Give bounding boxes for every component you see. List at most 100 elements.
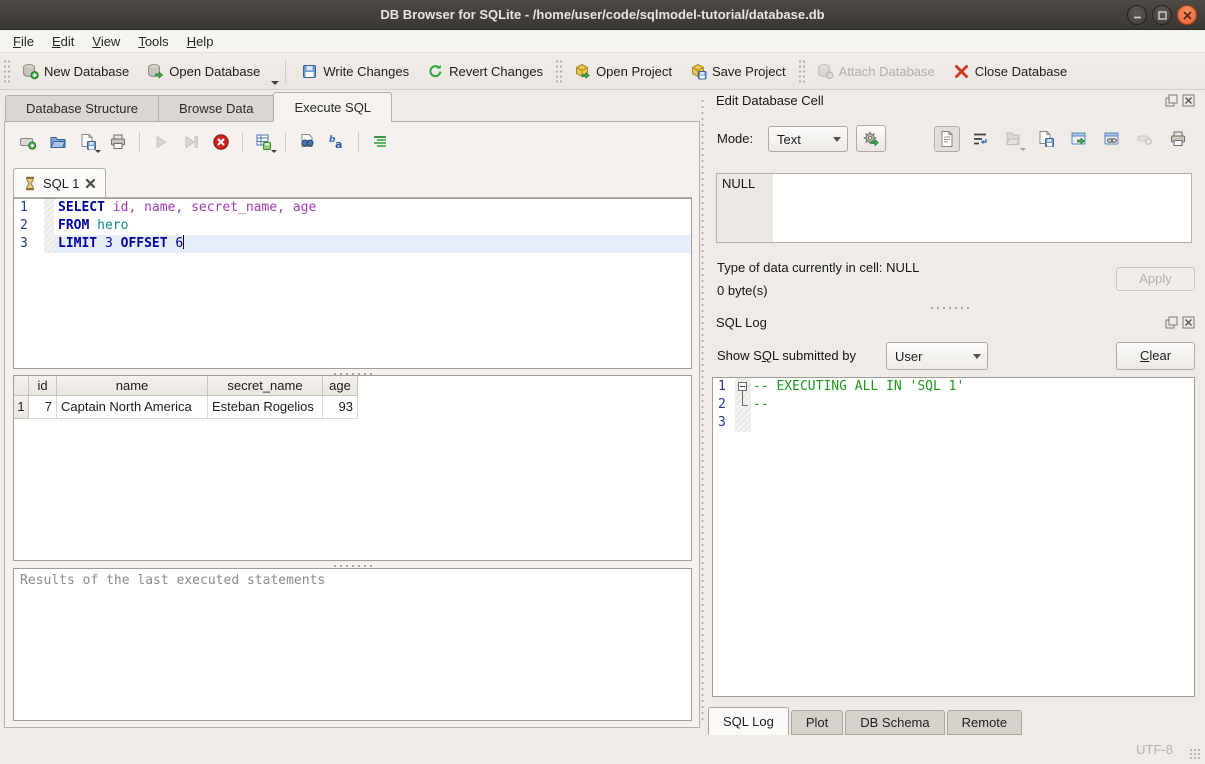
editor-line: 2FROM hero xyxy=(14,217,691,235)
sql-file-tab[interactable]: SQL 1 xyxy=(13,168,106,197)
open-database-dropdown-icon[interactable] xyxy=(271,81,279,85)
line-number: 2 xyxy=(713,396,735,414)
execute-all-button[interactable] xyxy=(148,130,174,154)
word-wrap-button[interactable] xyxy=(967,126,993,152)
tab-close-icon[interactable] xyxy=(85,178,96,189)
close-button[interactable] xyxy=(1177,5,1197,25)
dock-tab-db-schema[interactable]: DB Schema xyxy=(845,710,944,735)
open-sql-file-button[interactable] xyxy=(45,130,71,154)
print-cell-button[interactable] xyxy=(1165,126,1191,152)
clear-log-button[interactable]: Clear xyxy=(1116,342,1195,370)
close-database-button[interactable]: Close Database xyxy=(944,58,1077,85)
open-new-tab-button[interactable] xyxy=(15,130,41,154)
stop-execution-icon xyxy=(212,133,230,151)
title-bar[interactable]: DB Browser for SQLite - /home/user/code/… xyxy=(0,0,1205,30)
maximize-button[interactable] xyxy=(1152,5,1172,25)
results-message-box[interactable]: Results of the last executed statements xyxy=(13,568,692,721)
mode-combobox[interactable]: Text xyxy=(768,126,848,152)
minimize-icon xyxy=(1131,9,1144,22)
text-cursor xyxy=(183,235,184,249)
menu-edit[interactable]: Edit xyxy=(43,32,83,51)
dock-tab-plot[interactable]: Plot xyxy=(791,710,843,735)
token-tbl: hero xyxy=(97,218,128,233)
write-changes-button[interactable]: Write Changes xyxy=(292,58,418,85)
close-icon xyxy=(1181,9,1194,22)
window-controls xyxy=(1127,5,1197,25)
minimize-button[interactable] xyxy=(1127,5,1147,25)
open-project-button[interactable]: Open Project xyxy=(565,58,681,85)
close-database-icon xyxy=(953,63,970,80)
stop-execution-button[interactable] xyxy=(208,130,234,154)
tab-database-structure[interactable]: Database Structure xyxy=(5,95,158,122)
fold-margin xyxy=(44,199,54,217)
save-results-button[interactable] xyxy=(251,130,277,154)
toolbar-handle[interactable] xyxy=(555,59,562,83)
open-sql-file-icon xyxy=(49,133,67,151)
fold-collapse-icon[interactable] xyxy=(738,382,747,391)
row-header[interactable]: 1 xyxy=(14,396,29,419)
revert-changes-button[interactable]: Revert Changes xyxy=(418,58,552,85)
format-sql-button[interactable] xyxy=(367,130,393,154)
attach-database-button[interactable]: Attach Database xyxy=(808,58,944,85)
cell-log-splitter[interactable] xyxy=(930,305,970,311)
tab-browse-data[interactable]: Browse Data xyxy=(158,95,273,122)
table-cell[interactable]: 93 xyxy=(323,396,358,419)
open-database-button[interactable]: Open Database xyxy=(138,58,269,85)
menu-file[interactable]: File xyxy=(4,32,43,51)
open-project-label: Open Project xyxy=(596,64,672,79)
dock-tab-remote[interactable]: Remote xyxy=(947,710,1023,735)
cell-value-editor[interactable]: NULL xyxy=(716,173,1192,243)
table-cell[interactable]: Esteban Rogelios xyxy=(208,396,323,419)
revert-changes-label: Revert Changes xyxy=(449,64,543,79)
token-pl xyxy=(97,236,105,251)
toolbar-handle[interactable] xyxy=(798,59,805,83)
tab-execute-sql[interactable]: Execute SQL xyxy=(273,92,392,122)
new-database-button[interactable]: New Database xyxy=(13,58,138,85)
dock-close-icon[interactable] xyxy=(1182,94,1195,107)
line-number: 2 xyxy=(14,217,44,235)
menu-tools[interactable]: Tools xyxy=(129,32,177,51)
table-cell[interactable]: Captain North America xyxy=(57,396,208,419)
menu-view[interactable]: View xyxy=(83,32,129,51)
column-header-age[interactable]: age xyxy=(323,376,358,396)
column-header-secret_name[interactable]: secret_name xyxy=(208,376,323,396)
import-data-button[interactable] xyxy=(1000,126,1026,152)
text-mode-button[interactable] xyxy=(934,126,960,152)
sql-code-editor[interactable]: 1SELECT id, name, secret_name, age2FROM … xyxy=(13,198,692,369)
resize-grip[interactable] xyxy=(1189,748,1202,761)
dock-float-icon[interactable] xyxy=(1165,94,1178,107)
code-text: LIMIT 3 OFFSET 6 xyxy=(54,235,691,253)
dock-tab-sql-log[interactable]: SQL Log xyxy=(708,707,789,735)
menu-help[interactable]: Help xyxy=(178,32,223,51)
content-area: Database StructureBrowse DataExecute SQL… xyxy=(0,90,1205,764)
results-table: idnamesecret_nameage 17Captain North Amer… xyxy=(13,375,692,561)
apply-button[interactable]: Apply xyxy=(1116,267,1195,291)
log-filter-combobox[interactable]: User xyxy=(886,342,988,370)
open-in-external-app-button[interactable] xyxy=(1066,126,1092,152)
dock-splitter[interactable] xyxy=(700,98,706,723)
apply-auto-button[interactable] xyxy=(856,125,886,152)
find-replace-button[interactable] xyxy=(294,130,320,154)
table-cell[interactable]: 7 xyxy=(29,396,57,419)
table-corner-cell[interactable] xyxy=(14,376,29,396)
auto-complete-button[interactable]: ba xyxy=(324,130,350,154)
execute-to-line-button[interactable] xyxy=(178,130,204,154)
maximize-icon xyxy=(1156,9,1169,22)
save-sql-file-button[interactable] xyxy=(75,130,101,154)
mode-value: Text xyxy=(777,132,825,147)
column-header-name[interactable]: name xyxy=(57,376,208,396)
log-text: -- xyxy=(751,396,769,414)
export-data-button[interactable] xyxy=(1033,126,1059,152)
sql-log-dock-title: SQL Log xyxy=(716,315,767,330)
encoding-indicator: UTF-8 xyxy=(1136,742,1173,757)
print-sql-button[interactable] xyxy=(105,130,131,154)
save-project-button[interactable]: Save Project xyxy=(681,58,795,85)
toolbar-handle[interactable] xyxy=(3,59,10,83)
find-replace-icon xyxy=(298,133,316,151)
copy-as-link-button[interactable] xyxy=(1099,126,1125,152)
dock-float-icon[interactable] xyxy=(1165,316,1178,329)
sql-log-view[interactable]: 1-- EXECUTING ALL IN 'SQL 1'2--3 xyxy=(712,377,1195,697)
column-header-id[interactable]: id xyxy=(29,376,57,396)
set-null-button[interactable] xyxy=(1132,126,1158,152)
dock-close-icon[interactable] xyxy=(1182,316,1195,329)
